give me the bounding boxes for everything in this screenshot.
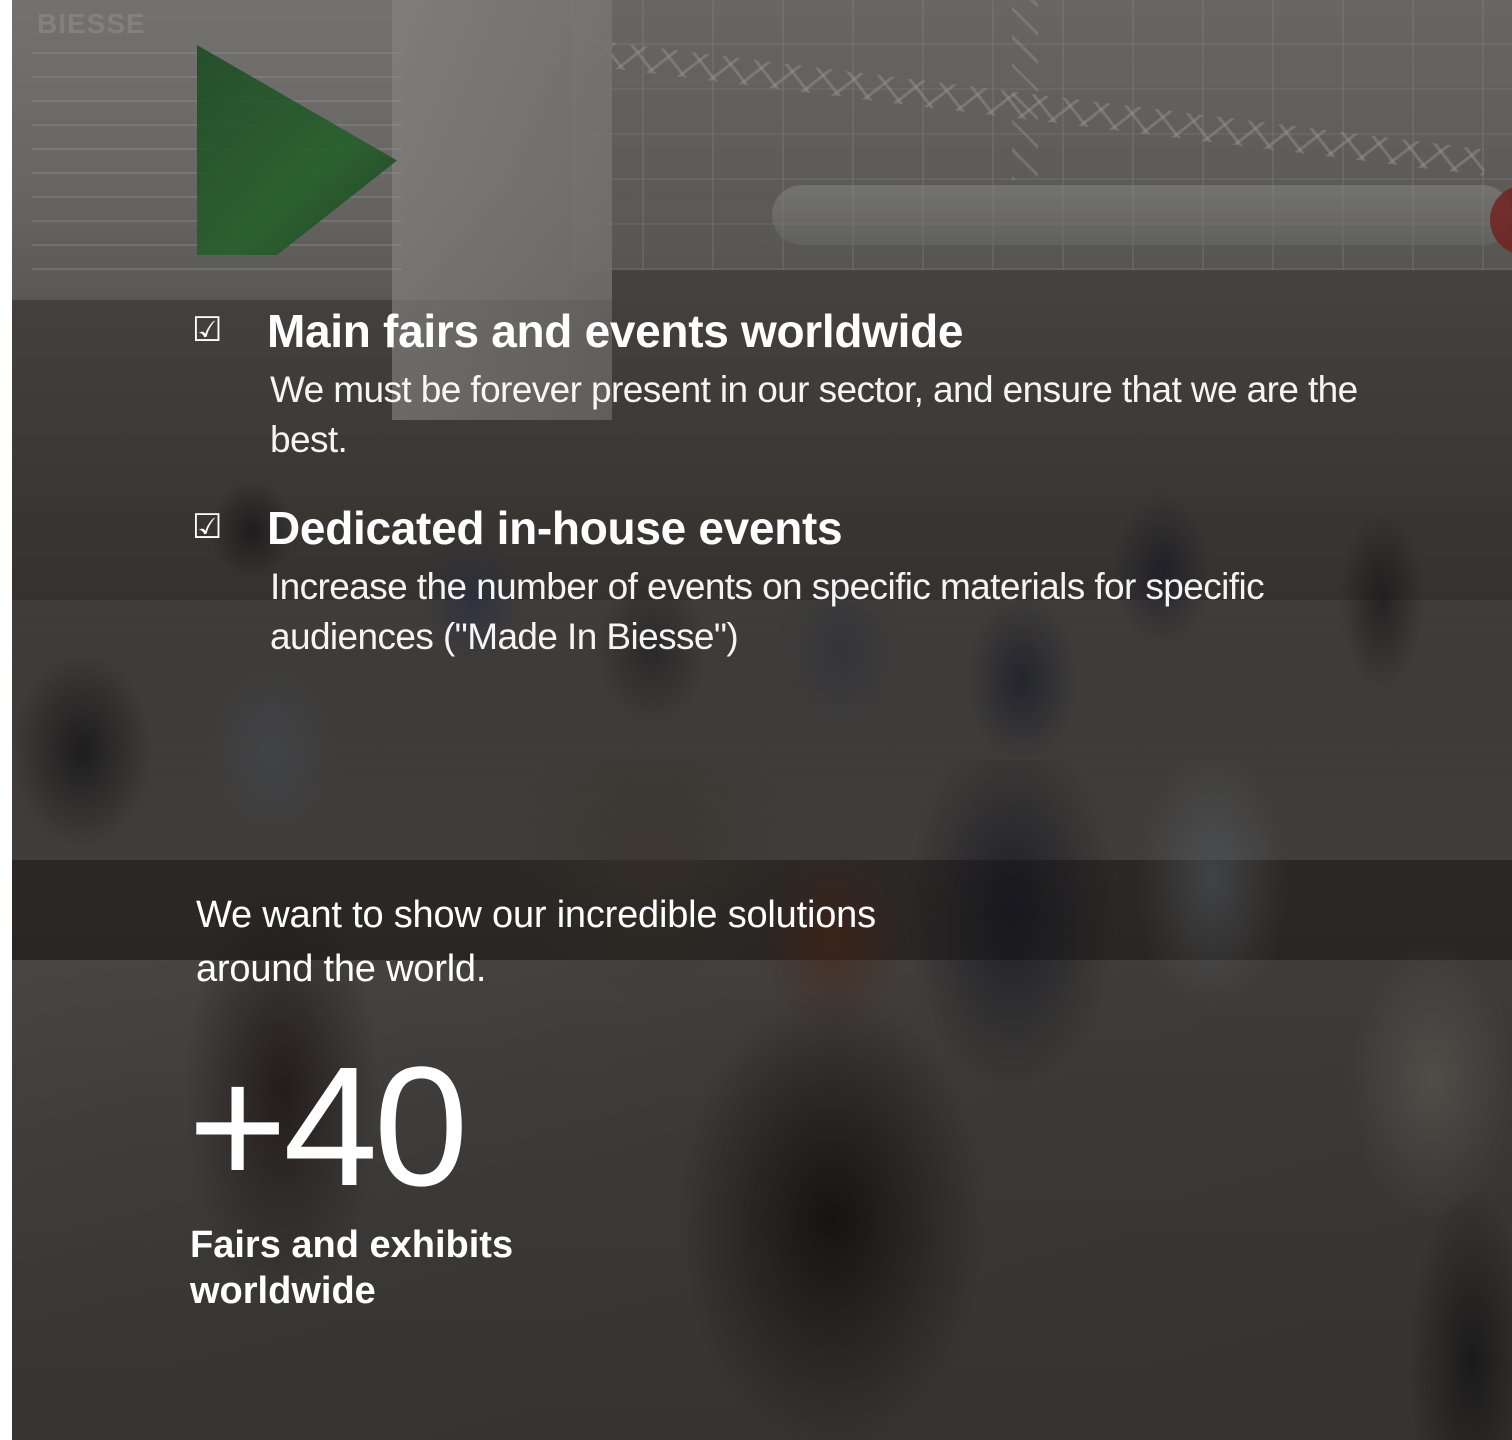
stat-number: +40 bbox=[188, 1032, 468, 1222]
feature-description: Increase the number of events on specifi… bbox=[270, 566, 1265, 657]
feature-title: Main fairs and events worldwide bbox=[267, 305, 964, 357]
feature-title: Dedicated in-house events bbox=[267, 502, 843, 554]
tagline: We want to show our incredible solutions… bbox=[196, 894, 876, 990]
stat-label: Fairs and exhibits worldwide bbox=[190, 1224, 514, 1312]
ballot-box-with-check-icon: ☑ bbox=[192, 507, 223, 547]
ballot-box-with-check-icon: ☑ bbox=[192, 310, 223, 350]
page: BIESSE ☑ Main fairs and events worldwide… bbox=[12, 0, 1512, 1440]
feature-description: We must be forever present in our sector… bbox=[270, 369, 1358, 460]
content: ☑ Main fairs and events worldwide We mus… bbox=[12, 0, 1512, 1440]
